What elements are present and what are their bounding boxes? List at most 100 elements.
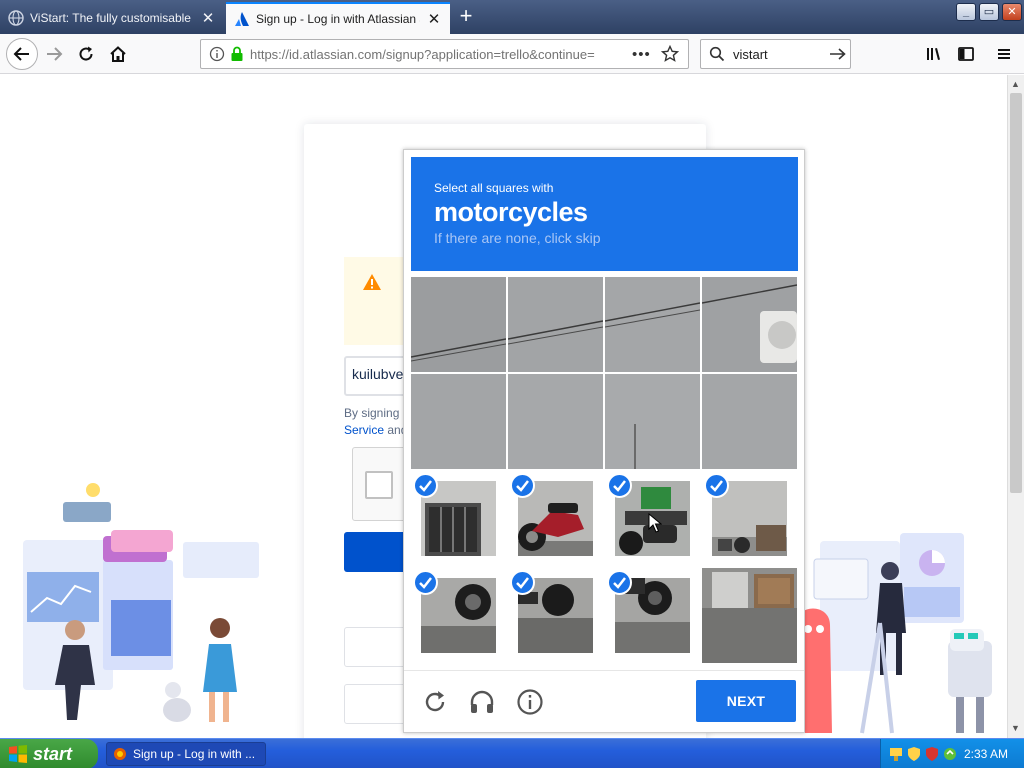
captcha-tile[interactable] <box>411 277 506 372</box>
captcha-tile[interactable] <box>702 374 797 469</box>
captcha-tile[interactable] <box>508 374 603 469</box>
forward-button[interactable] <box>40 40 68 68</box>
tile-image <box>508 277 603 372</box>
captcha-tile-selected[interactable] <box>411 568 506 663</box>
taskbar-item-label: Sign up - Log in with ... <box>133 747 256 761</box>
tile-image <box>508 374 603 469</box>
captcha-tile[interactable] <box>411 374 506 469</box>
captcha-tile-selected[interactable] <box>411 471 506 566</box>
reload-challenge-icon[interactable] <box>421 688 449 716</box>
tab-vistart[interactable]: ViStart: The fully customisable start ✕ <box>0 2 224 34</box>
checkmark-icon <box>413 473 438 498</box>
checkmark-icon <box>510 570 535 595</box>
tile-image <box>411 374 506 469</box>
info-icon[interactable] <box>209 46 225 62</box>
checkmark-icon <box>704 473 729 498</box>
audio-challenge-icon[interactable] <box>468 688 496 716</box>
page-scrollbar[interactable]: ▲ ▼ <box>1007 75 1024 738</box>
captcha-tile-selected[interactable] <box>508 471 603 566</box>
captcha-instruction: Select all squares with <box>434 181 554 195</box>
scrollbar-thumb[interactable] <box>1010 93 1022 493</box>
tile-image <box>702 568 797 663</box>
captcha-challenge: Select all squares with motorcycles If t… <box>403 149 805 733</box>
search-input[interactable]: vistart <box>733 47 825 62</box>
next-button[interactable]: NEXT <box>696 680 796 722</box>
scroll-up-arrow-icon[interactable]: ▲ <box>1011 79 1020 89</box>
tab-title: Sign up - Log in with Atlassian account <box>256 12 420 26</box>
antivirus-shield-icon[interactable] <box>925 746 939 762</box>
home-icon <box>110 46 126 62</box>
home-button[interactable] <box>104 40 132 68</box>
atlassian-logo-icon <box>235 12 249 26</box>
captcha-tile[interactable] <box>702 568 797 663</box>
library-icon <box>927 48 940 60</box>
reload-button[interactable] <box>72 40 100 68</box>
captcha-target: motorcycles <box>434 197 588 227</box>
windows-logo-icon <box>9 745 27 763</box>
taskbar-item-firefox[interactable]: Sign up - Log in with ... <box>106 742 266 766</box>
menu-button[interactable] <box>990 40 1018 68</box>
scroll-down-arrow-icon[interactable]: ▼ <box>1011 723 1020 733</box>
search-go-icon[interactable] <box>829 46 847 62</box>
search-icon <box>709 46 725 62</box>
team-illustration-left <box>23 483 259 722</box>
captcha-hint: If there are none, click skip <box>434 230 601 246</box>
tab-atlassian-signup[interactable]: Sign up - Log in with Atlassian account … <box>226 2 450 34</box>
captcha-tile[interactable] <box>605 374 700 469</box>
tile-image <box>702 374 797 469</box>
captcha-tile-selected[interactable] <box>702 471 797 566</box>
tile-image <box>411 277 506 372</box>
library-button[interactable] <box>920 40 948 68</box>
browser-tab-strip: ViStart: The fully customisable start ✕ … <box>0 0 1024 34</box>
security-shield-icon[interactable] <box>907 746 921 762</box>
hamburger-menu-icon <box>998 49 1010 59</box>
sidebar-toggle-button[interactable] <box>952 40 980 68</box>
terms-of-service-link[interactable]: Service <box>344 423 384 437</box>
captcha-tile[interactable] <box>702 277 797 372</box>
warning-icon <box>363 274 381 290</box>
restore-window-button[interactable]: ▭ <box>979 3 999 21</box>
start-label: start <box>33 743 73 764</box>
taskbar: start Sign up - Log in with ... 2:33 AM <box>0 738 1024 768</box>
lock-icon[interactable] <box>230 46 244 62</box>
captcha-tile[interactable] <box>605 277 700 372</box>
url-text: https://id.atlassian.com/signup?applicat… <box>250 46 595 62</box>
captcha-tile-selected[interactable] <box>605 568 700 663</box>
close-tab-icon[interactable]: ✕ <box>200 9 216 27</box>
tile-image <box>702 277 797 372</box>
arrow-left-icon <box>13 47 29 61</box>
address-bar[interactable]: https://id.atlassian.com/signup?applicat… <box>200 39 689 69</box>
tab-title: ViStart: The fully customisable start <box>30 11 194 25</box>
network-icon[interactable] <box>889 746 903 762</box>
team-illustration-right <box>794 533 992 734</box>
captcha-tile[interactable] <box>508 277 603 372</box>
info-challenge-icon[interactable] <box>516 688 544 716</box>
tile-image <box>605 277 700 372</box>
captcha-header: Select all squares with motorcycles If t… <box>411 157 798 271</box>
close-window-button[interactable]: ✕ <box>1002 3 1022 21</box>
minimize-window-button[interactable]: _ <box>956 3 976 21</box>
bookmark-star-icon[interactable] <box>660 45 679 63</box>
recaptcha-checkbox[interactable] <box>365 471 393 499</box>
checkmark-icon <box>607 570 632 595</box>
mouse-cursor-icon <box>648 513 662 533</box>
page-viewport: kuilubve By signing Service and Select a… <box>0 75 1007 738</box>
application-icon <box>114 748 126 760</box>
arrow-right-icon <box>47 47 63 61</box>
tile-image <box>605 374 700 469</box>
back-button[interactable] <box>6 38 38 70</box>
sidebar-icon <box>958 47 974 61</box>
captcha-footer: NEXT <box>404 670 804 732</box>
start-button[interactable]: start <box>0 739 98 768</box>
page-actions-icon[interactable]: ••• <box>632 46 651 63</box>
checkmark-icon <box>607 473 632 498</box>
checkmark-icon <box>413 570 438 595</box>
close-tab-icon[interactable]: ✕ <box>426 10 442 28</box>
captcha-tile-selected[interactable] <box>508 568 603 663</box>
globe-icon <box>8 10 24 26</box>
update-icon[interactable] <box>943 746 957 762</box>
system-tray: 2:33 AM <box>880 739 1024 768</box>
new-tab-button[interactable]: + <box>454 5 478 29</box>
system-clock: 2:33 AM <box>963 747 1008 761</box>
search-bar[interactable]: vistart <box>700 39 851 69</box>
